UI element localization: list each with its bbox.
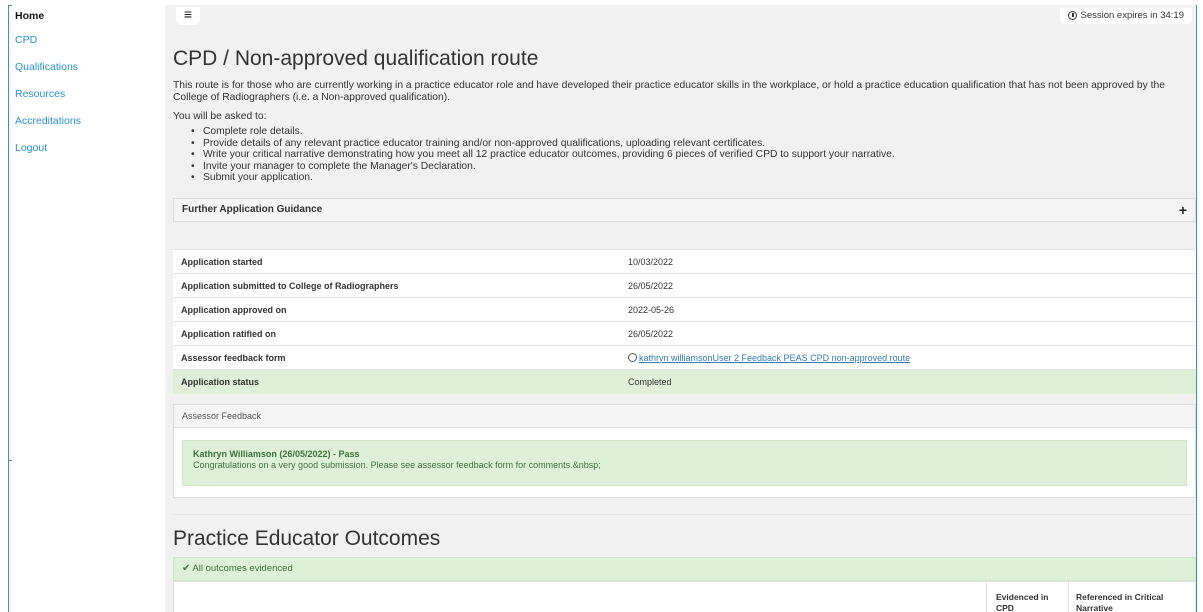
table-row: Application approved on 2022-05-26 — [173, 297, 1196, 322]
row-value: 10/03/2022 — [620, 249, 1196, 274]
paperclip-icon — [626, 350, 639, 364]
steps-list: Complete role details. Provide details o… — [191, 126, 895, 184]
annotation-frame-right — [1196, 5, 1197, 612]
table-row: Application status Completed — [173, 369, 1196, 394]
guidance-label: Further Application Guidance — [182, 204, 323, 215]
status-value: Completed — [620, 369, 1196, 394]
sidebar-item-logout[interactable]: Logout — [12, 135, 165, 162]
sidebar-item-home[interactable]: Home — [12, 5, 165, 27]
sidebar-item-qualifications[interactable]: Qualifications — [12, 54, 165, 81]
plus-icon[interactable]: + — [1179, 199, 1187, 221]
outcomes-status-text: All outcomes evidenced — [192, 563, 293, 574]
table-row: Application ratified on 26/05/2022 — [173, 321, 1196, 346]
clock-icon — [1068, 11, 1078, 20]
page-title: CPD / Non-approved qualification route — [173, 47, 539, 70]
row-value: 26/05/2022 — [620, 273, 1196, 298]
list-item: Write your critical narrative demonstrat… — [191, 149, 895, 161]
list-item: Complete role details. — [191, 126, 895, 138]
list-item: Submit your application. — [191, 172, 895, 184]
annotation-frame-left — [8, 5, 9, 612]
row-label: Application started — [173, 249, 620, 274]
sidebar-item-accreditations[interactable]: Accreditations — [12, 108, 165, 135]
row-label: Assessor feedback form — [173, 345, 620, 370]
column-header-narrative: Referenced in Critical Narrative — [1076, 592, 1164, 612]
row-label: Application status — [173, 369, 620, 394]
assessor-feedback-panel: Assessor Feedback Kathryn Williamson (26… — [173, 404, 1196, 498]
session-timer: Session expires in 34:19 — [1060, 8, 1192, 24]
outcomes-title: Practice Educator Outcomes — [173, 527, 441, 550]
row-label: Application approved on — [173, 297, 620, 322]
table-row: Assessor feedback form kathryn williamso… — [173, 345, 1196, 370]
table-row: Application submitted to College of Radi… — [173, 273, 1196, 298]
feedback-heading: Assessor Feedback — [174, 405, 1195, 428]
further-guidance-accordion[interactable]: Further Application Guidance + — [173, 198, 1196, 222]
table-row: Application started 10/03/2022 — [173, 249, 1196, 274]
section-divider — [173, 514, 1196, 515]
outcomes-table: Evidenced in CPD Referenced in Critical … — [173, 581, 1196, 612]
row-label: Application ratified on — [173, 321, 620, 346]
row-label: Application submitted to College of Radi… — [173, 273, 620, 298]
row-value: 26/05/2022 — [620, 321, 1196, 346]
column-header-cpd: Evidenced in CPD — [996, 592, 1049, 612]
feedback-form-link[interactable]: kathryn williamsonUser 2 Feedback PEAS C… — [639, 353, 910, 363]
session-timer-text: Session expires in 34:19 — [1080, 10, 1184, 21]
main-content: ≡ Session expires in 34:19 CPD / Non-app… — [165, 5, 1196, 612]
row-value: kathryn williamsonUser 2 Feedback PEAS C… — [620, 345, 1196, 370]
feedback-text: Congratulations on a very good submissio… — [193, 460, 601, 470]
asked-heading: You will be asked to: — [173, 111, 267, 122]
column-separator — [986, 582, 987, 612]
outcomes-status-banner: ✔ All outcomes evidenced — [173, 557, 1196, 581]
application-info-table: Application started 10/03/2022 Applicati… — [173, 249, 1196, 394]
feedback-alert: Kathryn Williamson (26/05/2022) - Pass C… — [182, 440, 1187, 486]
column-separator — [1068, 582, 1069, 612]
row-value: 2022-05-26 — [620, 297, 1196, 322]
sidebar: Home CPD Qualifications Resources Accred… — [12, 5, 165, 612]
list-item: Invite your manager to complete the Mana… — [191, 161, 895, 173]
route-intro: This route is for those who are currentl… — [173, 80, 1165, 103]
menu-toggle-button[interactable]: ≡ — [176, 7, 200, 25]
sidebar-item-resources[interactable]: Resources — [12, 81, 165, 108]
sidebar-item-cpd[interactable]: CPD — [12, 27, 165, 54]
feedback-title: Kathryn Williamson (26/05/2022) - Pass — [193, 449, 360, 459]
check-icon: ✔ — [182, 563, 191, 574]
list-item: Provide details of any relevant practice… — [191, 138, 895, 150]
